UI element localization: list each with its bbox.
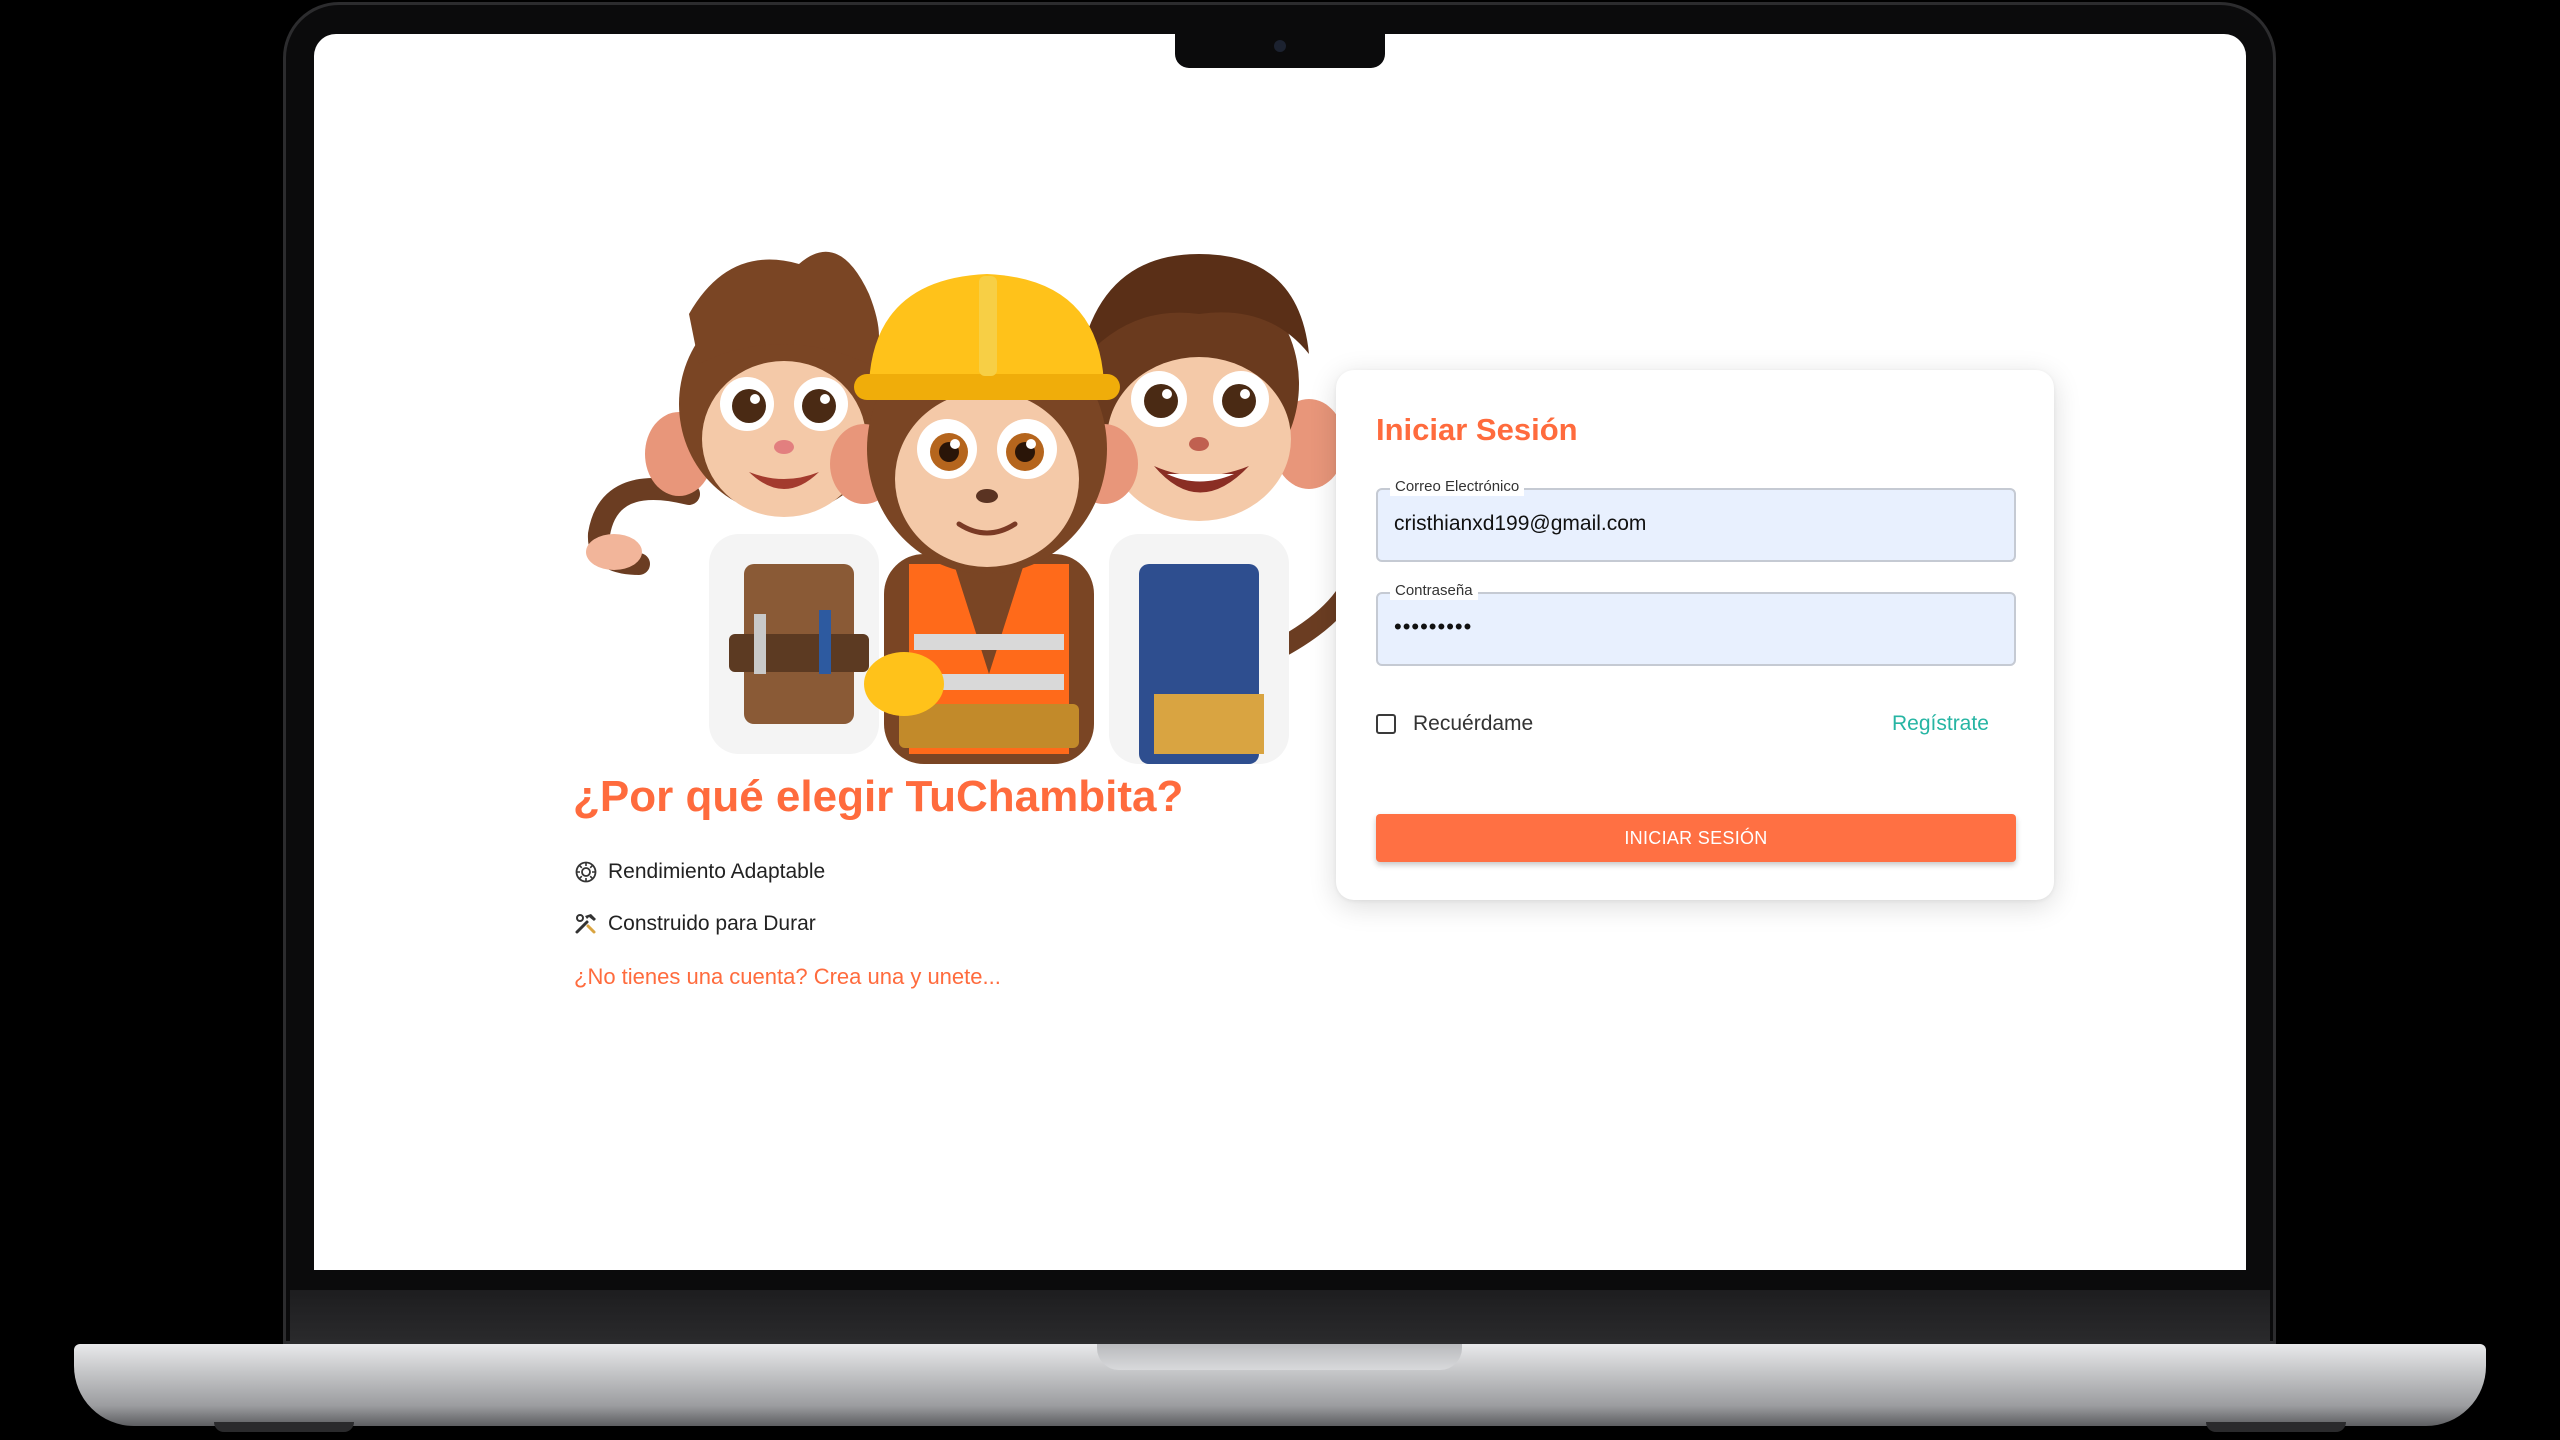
register-link[interactable]: Regístrate — [1892, 712, 1989, 736]
feature-label: Rendimiento Adaptable — [608, 860, 826, 883]
hero-illustration — [569, 234, 1359, 764]
laptop-foot — [214, 1422, 354, 1432]
trackpad-notch — [1097, 1344, 1462, 1370]
laptop-foot — [2206, 1422, 2346, 1432]
center-monkey — [830, 274, 1138, 764]
right-monkey — [1079, 254, 1359, 764]
login-title: Iniciar Sesión — [1376, 412, 1578, 447]
tools-icon — [574, 912, 598, 936]
login-submit-button[interactable]: INICIAR SESIÓN — [1376, 814, 2016, 862]
checkbox-box[interactable] — [1376, 714, 1396, 734]
password-field[interactable]: Contraseña ••••••••• — [1376, 582, 2016, 666]
feature-item: Construido para Durar — [574, 912, 816, 936]
gear-icon — [574, 860, 598, 884]
screen: ¿Por qué elegir TuChambita? Rendimiento … — [314, 34, 2246, 1270]
left-monkey — [586, 251, 889, 754]
login-card: Iniciar Sesión Correo Electrónico cristh… — [1336, 370, 2054, 900]
why-title: ¿Por qué elegir TuChambita? — [573, 772, 1184, 821]
feature-label: Construido para Durar — [608, 912, 816, 935]
password-field-label: Contraseña — [1390, 582, 1478, 600]
create-account-link[interactable]: ¿No tienes una cuenta? Crea una y unete.… — [574, 964, 1001, 990]
email-field-value[interactable]: cristhianxd199@gmail.com — [1394, 512, 1646, 536]
monkey-workers-illustration — [586, 251, 1359, 764]
laptop-hinge — [290, 1290, 2270, 1342]
camera-notch — [1175, 30, 1385, 68]
feature-item: Rendimiento Adaptable — [574, 860, 825, 884]
camera-icon — [1274, 40, 1286, 52]
password-field-value[interactable]: ••••••••• — [1394, 614, 1472, 640]
email-field-label: Correo Electrónico — [1390, 478, 1525, 496]
email-field[interactable]: Correo Electrónico cristhianxd199@gmail.… — [1376, 478, 2016, 562]
remember-me-label[interactable]: Recuérdame — [1413, 712, 1533, 736]
laptop-base — [74, 1344, 2486, 1426]
remember-me-checkbox[interactable]: Recuérdame — [1376, 712, 1533, 736]
